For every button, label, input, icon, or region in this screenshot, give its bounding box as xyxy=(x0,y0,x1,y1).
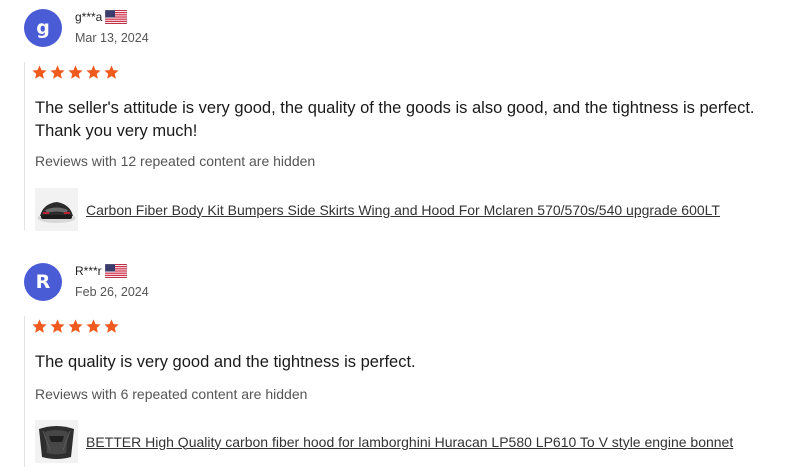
star-icon xyxy=(50,319,65,333)
us-flag-icon xyxy=(105,10,128,24)
star-icon xyxy=(50,65,65,79)
review-text: The quality is very good and the tightne… xyxy=(35,353,416,371)
star-icon xyxy=(86,319,101,333)
product-title-link[interactable]: Carbon Fiber Body Kit Bumpers Side Skirt… xyxy=(86,202,720,218)
star-icon xyxy=(104,65,119,79)
star-icon xyxy=(32,319,47,333)
product-link-row[interactable]: BETTER High Quality carbon fiber hood fo… xyxy=(35,420,733,463)
star-icon xyxy=(32,65,47,79)
product-title-link[interactable]: BETTER High Quality carbon fiber hood fo… xyxy=(86,434,733,450)
star-icon xyxy=(68,319,83,333)
star-rating xyxy=(31,318,120,335)
avatar: g xyxy=(24,9,62,47)
review-item: R R***r Feb 26, 2024 The quality is very… xyxy=(0,254,800,467)
product-link-row[interactable]: Carbon Fiber Body Kit Bumpers Side Skirt… xyxy=(35,188,720,231)
reviewer-name: g***a xyxy=(75,10,128,24)
avatar: R xyxy=(24,263,62,301)
hidden-reviews-note: Reviews with 12 repeated content are hid… xyxy=(35,153,316,169)
reviewer-username: g***a xyxy=(75,10,103,24)
review-date: Mar 13, 2024 xyxy=(75,31,149,45)
review-item: g g***a Mar 13, 2024 The seller's attitu… xyxy=(0,0,800,240)
review-text: The seller's attitude is very good, the … xyxy=(35,99,755,140)
review-date: Feb 26, 2024 xyxy=(75,285,149,299)
hidden-reviews-note: Reviews with 6 repeated content are hidd… xyxy=(35,386,308,402)
review-divider xyxy=(24,316,25,467)
carbon-hood-thumbnail-icon[interactable] xyxy=(35,420,78,463)
reviewer-name: R***r xyxy=(75,264,127,278)
us-flag-icon xyxy=(104,264,127,278)
star-icon xyxy=(86,65,101,79)
reviewer-username: R***r xyxy=(75,264,102,278)
star-rating xyxy=(31,64,120,81)
star-icon xyxy=(104,319,119,333)
car-rear-thumbnail-icon[interactable] xyxy=(35,188,78,231)
review-divider xyxy=(24,62,25,230)
star-icon xyxy=(68,65,83,79)
